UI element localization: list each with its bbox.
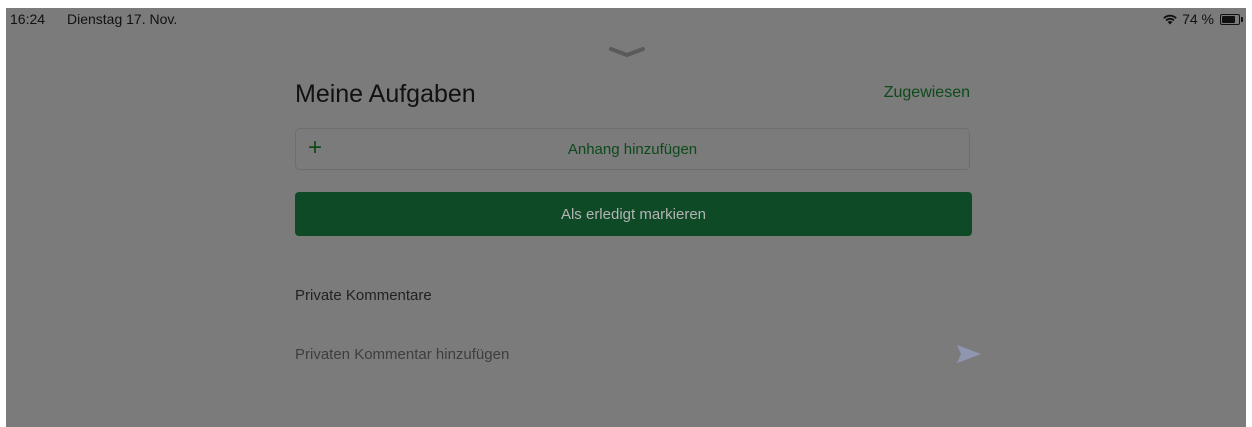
status-date: Dienstag 17. Nov. (67, 11, 178, 27)
plus-icon: + (308, 134, 323, 161)
mark-done-label: Als erledigt markieren (560, 205, 707, 223)
battery-level (1222, 15, 1236, 23)
battery-percent: 74 % (1182, 11, 1214, 27)
battery-tip (1241, 16, 1243, 22)
status-bar: 16:24 Dienstag 17. Nov. 74 % (6, 8, 1246, 32)
status-time: 16:24 (10, 11, 46, 27)
add-attachment-button[interactable]: + Anhang hinzufügen (295, 128, 970, 170)
private-comment-input[interactable] (295, 342, 915, 366)
chevron-down-icon[interactable] (608, 46, 646, 58)
send-icon[interactable] (955, 343, 983, 365)
assigned-link[interactable]: Zugewiesen (884, 84, 970, 102)
wifi-icon (1163, 14, 1177, 25)
battery-icon (1220, 13, 1243, 25)
mark-done-button[interactable]: Als erledigt markieren (295, 192, 972, 236)
private-comments-heading: Private Kommentare (295, 287, 432, 304)
page-title: Meine Aufgaben (295, 80, 476, 108)
status-indicators: 74 % (1162, 11, 1243, 27)
screen: 16:24 Dienstag 17. Nov. 74 % Meine Aufga… (6, 8, 1246, 427)
add-attachment-label: Anhang hinzufügen (567, 140, 698, 158)
